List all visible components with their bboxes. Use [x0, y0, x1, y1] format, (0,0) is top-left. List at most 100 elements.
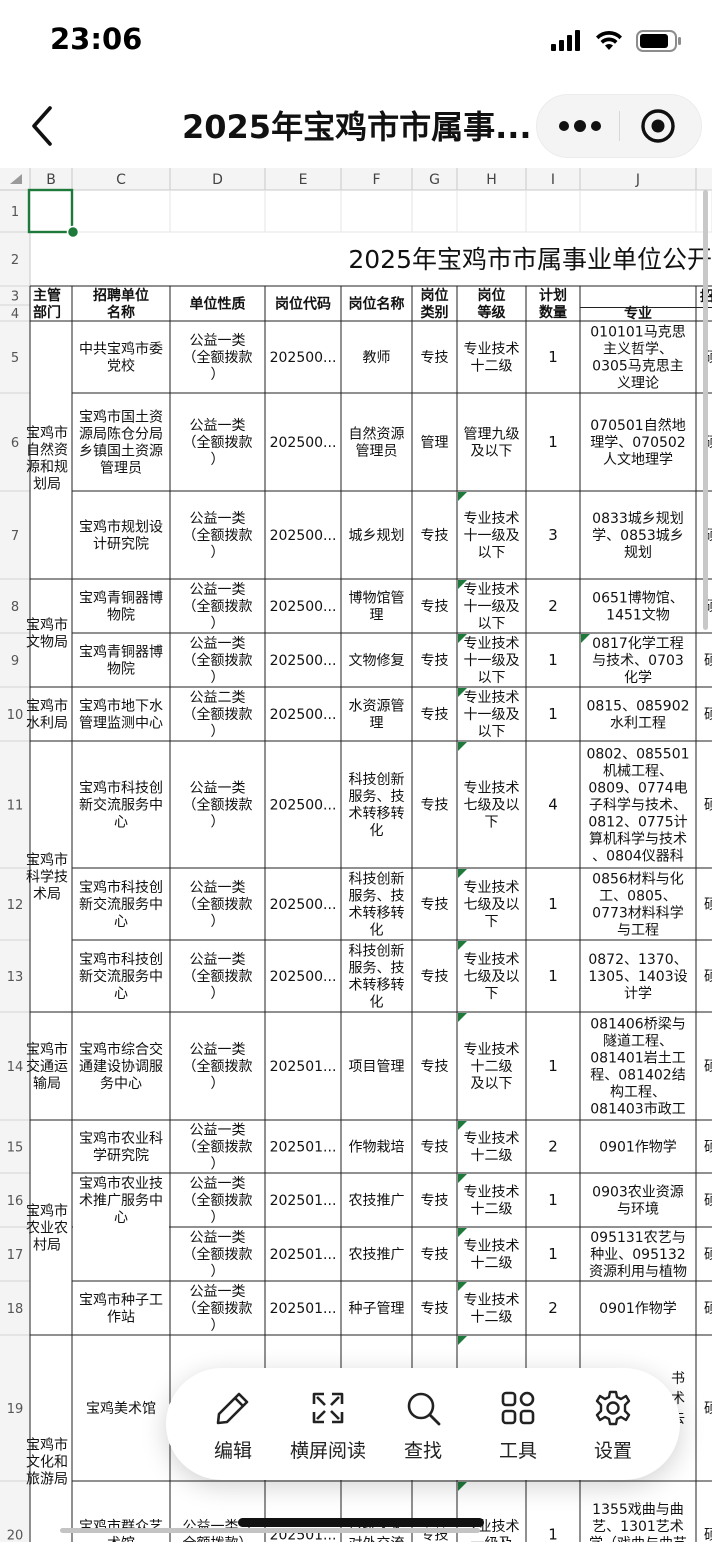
landscape-read-button[interactable]: 横屏阅读 [283, 1388, 373, 1468]
cell-unit-name: 通建设协调服 [79, 1059, 163, 1075]
status-bar: 23:06 [0, 0, 712, 86]
cell-major: 义理论 [617, 376, 659, 392]
cell-dept: 水利局 [26, 716, 68, 732]
cell-post-type: 管理 [421, 435, 449, 451]
cell-post-name: 种子管理 [349, 1301, 405, 1317]
cell-plan-count: 1 [548, 1057, 558, 1075]
cell-plan-count: 3 [548, 526, 558, 544]
landscape-read-label: 横屏阅读 [289, 1440, 366, 1462]
cell-unit-nature: 全额拨款） [183, 1535, 253, 1542]
cell-unit-name: 心 [114, 914, 128, 930]
cell-post-level: 十一级及 [464, 599, 520, 615]
cell-unit-nature: 公益一类 [190, 636, 246, 652]
cell-post-name: 服务、技 [349, 961, 405, 977]
cell-post-level: 以下 [478, 616, 506, 632]
cell-major: 0651博物馆、 [592, 590, 684, 607]
cell-unit-nature: （全额拨款 [183, 1058, 253, 1075]
cell-requirement: 硕 [704, 1301, 712, 1317]
spreadsheet[interactable]: B C D E F G H I J 1 2 3 4 5 6 7 8 9 10 11 12 13 14 15 16 17 18 19 20… [0, 168, 712, 1542]
cell-unit-nature: ） [211, 1264, 225, 1280]
cell-plan-count: 2 [548, 1138, 558, 1156]
cell-major: 095131农艺与 [590, 1230, 685, 1246]
cell-requirement: 硕 [704, 1528, 712, 1542]
cell-dept: 输局 [33, 1076, 61, 1092]
cell-unit-nature: ） [211, 914, 225, 930]
cell-post-level: 十一级及 [464, 707, 520, 723]
cell-plan-count: 1 [548, 895, 558, 913]
cell-post-code: 202501... [270, 1059, 337, 1075]
cell-requirement: 硕 [704, 1059, 712, 1075]
cell-post-code: 202500... [270, 798, 337, 814]
cell-post-code: 202501... [270, 1301, 337, 1317]
cell-post-type: 专技 [421, 1140, 449, 1156]
back-chevron-icon[interactable] [24, 104, 64, 148]
cell-post-code: 202500... [270, 350, 337, 366]
settings-button[interactable]: 设置 [568, 1388, 658, 1468]
cell-unit-nature: 公益一类 [190, 1284, 246, 1300]
cell-unit-nature: ） [211, 367, 225, 383]
row-number-20: 20 [7, 1529, 24, 1542]
cell-plan-count: 2 [548, 597, 558, 615]
cell-unit-nature: 公益一类 [190, 952, 246, 968]
cell-unit-nature: （全额拨款 [183, 349, 253, 366]
cell-major: 人文地理学 [603, 452, 673, 468]
page-title: 2025年宝鸡市市属事... [182, 108, 532, 146]
cell-major: 0856材料与化 [592, 872, 684, 888]
cell-dept: 村局 [33, 1238, 61, 1254]
cell-unit-nature: 公益一类 [190, 781, 246, 797]
cell-post-name: 服务、技 [349, 889, 405, 905]
cell-major: 程、081402结 [590, 1068, 685, 1084]
cell-unit-nature: ） [211, 815, 225, 831]
cell-unit-nature: 公益一类 [190, 880, 246, 896]
cell-major: 学（戏曲与曲艺 [589, 1536, 687, 1542]
column-letter-G: G [429, 172, 440, 188]
sheet-title: 2025年宝鸡市市属事业单位公开 [348, 245, 712, 274]
cell-post-level: 十二级 [471, 359, 513, 375]
cell-post-level: 以下 [478, 545, 506, 561]
cell-post-name: 文物修复 [349, 652, 405, 669]
expand-icon [312, 1392, 344, 1424]
row-number-8: 8 [11, 600, 19, 615]
cell-post-name: 科技创新 [349, 944, 405, 960]
cell-post-level: 七级及以 [464, 798, 520, 814]
cell-unit-name: 宝鸡市综合交 [79, 1041, 163, 1058]
header-plan-count: 数量 [539, 304, 567, 321]
row-number-15: 15 [7, 1141, 24, 1156]
cell-unit-nature: ） [211, 1318, 225, 1334]
tools-label: 工具 [498, 1440, 537, 1462]
cell-major: 1451文物 [606, 608, 670, 624]
cell-post-type: 专技 [421, 897, 449, 913]
cell-post-level: 下 [485, 815, 499, 831]
row-number-19: 19 [7, 1402, 24, 1417]
horizontal-scrollbar[interactable] [60, 1528, 480, 1533]
close-target-icon[interactable] [637, 105, 679, 147]
cell-post-code: 202500... [270, 435, 337, 451]
cell-dept: 旅游局 [26, 1472, 68, 1488]
more-dots-icon[interactable] [555, 107, 605, 145]
vertical-scrollbar[interactable] [703, 190, 708, 630]
row-number-13: 13 [7, 970, 24, 985]
cell-plan-count: 1 [548, 433, 558, 451]
cell-post-type: 专技 [421, 599, 449, 615]
cell-unit-name: 乡镇国土资源 [79, 444, 163, 460]
cell-major: 010101马克思 [590, 325, 685, 341]
cell-unit-nature: （全额拨款 [183, 598, 253, 615]
column-letter-J: J [635, 172, 640, 188]
cell-post-level: 专业技术 [464, 1293, 520, 1309]
cell-unit-nature: 公益一类 [190, 1176, 246, 1192]
cell-post-level: 专业技术 [464, 342, 520, 358]
cell-unit-nature: 公益一类 [190, 1230, 246, 1246]
settings-label: 设置 [593, 1440, 632, 1462]
mini-program-capsule [536, 94, 702, 158]
edit-button[interactable]: 编辑 [188, 1388, 278, 1468]
header-post-type: 岗位 [421, 287, 449, 304]
cell-requirement: 硕 [704, 1247, 712, 1263]
cell-major: 070501自然地 [590, 417, 685, 434]
find-button[interactable]: 查找 [378, 1388, 468, 1468]
cell-unit-name: 源局陈仓分局 [79, 426, 163, 443]
cell-plan-count: 1 [548, 1191, 558, 1209]
spreadsheet-grid[interactable]: B C D E F G H I J1234567891011121314151617181920… [0, 168, 712, 1542]
tools-button[interactable]: 工具 [473, 1388, 563, 1468]
fill-handle[interactable] [66, 225, 80, 239]
header-dept: 部门 [33, 304, 61, 321]
